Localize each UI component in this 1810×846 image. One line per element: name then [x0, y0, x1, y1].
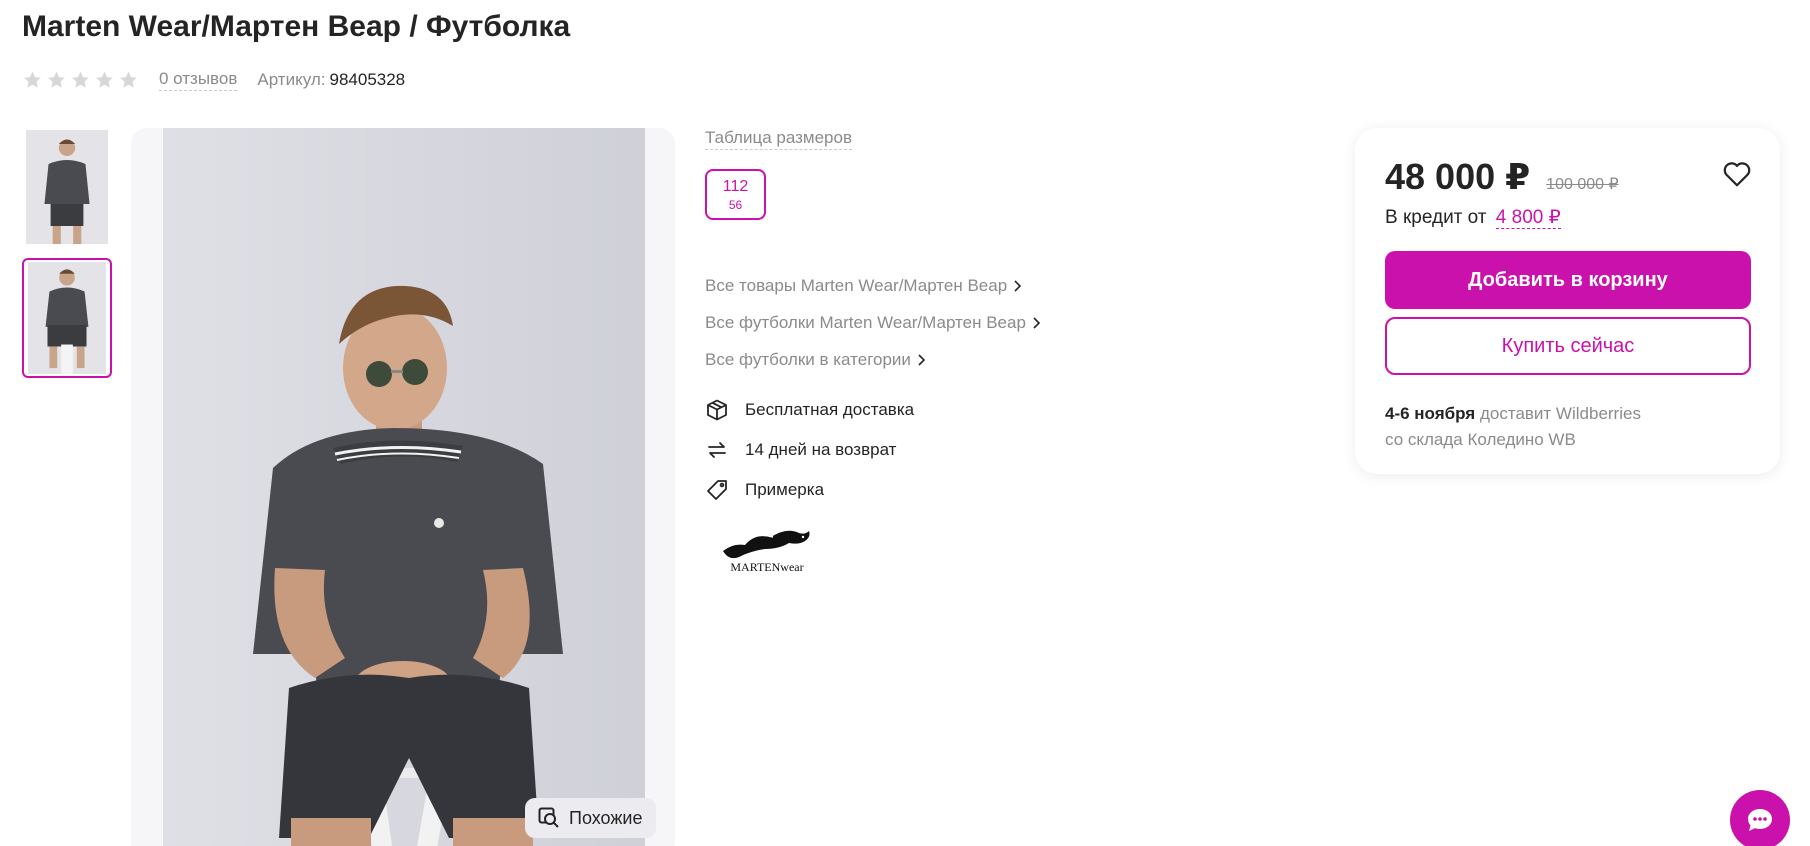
star-icon	[24, 71, 41, 88]
old-price: 100 000 ₽	[1546, 176, 1619, 193]
product-main-photo[interactable]	[163, 128, 645, 846]
marten-logo-image: MARTENwear	[723, 530, 810, 574]
size-primary: 112	[722, 177, 749, 195]
link-label: Все футболки в категории	[705, 349, 911, 369]
article-value: 98405328	[329, 70, 406, 89]
chevron-right-icon	[918, 353, 925, 366]
size-secondary: 56	[728, 197, 743, 212]
price-row: 48 000 ₽ 100 000 ₽	[1385, 156, 1619, 198]
current-price: 48 000 ₽	[1385, 156, 1531, 197]
star-icon	[72, 71, 89, 88]
box-icon	[707, 399, 727, 421]
product-thumbnail-image	[28, 262, 106, 374]
link-label: Все футболки Marten Wear/Мартен Веар	[705, 312, 1026, 332]
chevron-right-icon	[1014, 279, 1022, 292]
similar-search-icon	[538, 807, 559, 828]
feature-fitting: Примерка	[705, 470, 914, 510]
feature-label: Примерка	[745, 480, 825, 499]
link-all-category-tshirts[interactable]: Все футболки в категории	[705, 341, 1040, 378]
reviews-link[interactable]: 0 отзывов	[159, 69, 238, 91]
add-to-cart-button[interactable]: Добавить в корзину	[1385, 251, 1751, 309]
link-all-brand-items[interactable]: Все товары Marten Wear/Мартен Веар	[705, 267, 1040, 304]
chevron-right-icon	[1033, 316, 1040, 329]
heart-icon[interactable]	[1722, 160, 1752, 188]
product-title: Marten Wear/Мартен Веар / Футболка	[22, 10, 571, 43]
star-icon	[48, 71, 65, 88]
tag-icon	[707, 480, 727, 500]
feature-label: 14 дней на возврат	[745, 440, 897, 459]
delivery-dates: 4-6 ноября	[1385, 404, 1476, 423]
delivery-by: доставит Wildberries	[1479, 404, 1641, 423]
brand-logo[interactable]: MARTENwear	[717, 521, 817, 577]
similar-button[interactable]: Похожие	[525, 798, 657, 838]
link-all-brand-tshirts[interactable]: Все футболки Marten Wear/Мартен Веар	[705, 304, 1040, 341]
brand-logo-text: MARTENwear	[730, 560, 803, 574]
buy-now-button[interactable]: Купить сейчас	[1385, 317, 1751, 375]
similar-label: Похожие	[569, 807, 643, 828]
product-gallery: Похожие	[131, 128, 675, 846]
chat-bubble-icon	[1748, 809, 1772, 831]
return-icon	[708, 442, 726, 458]
product-meta-row: 0 отзывов Артикул: 98405328	[22, 68, 405, 92]
delivery-line-1: 4-6 ноября доставит Wildberries	[1385, 401, 1641, 427]
size-table-link[interactable]: Таблица размеров	[705, 128, 852, 150]
product-photo-image	[163, 128, 645, 846]
product-features: Бесплатная доставка 14 дней на возврат П…	[705, 390, 914, 510]
link-label: Все товары Marten Wear/Мартен Веар	[705, 275, 1008, 295]
product-info: Таблица размеров 112 56 Все товары Marte…	[705, 128, 1325, 574]
credit-label: В кредит от	[1385, 207, 1487, 228]
delivery-from: со склада Коледино WB	[1385, 430, 1576, 449]
size-option[interactable]: 112 56	[705, 169, 766, 220]
feature-free-delivery: Бесплатная доставка	[705, 390, 914, 430]
delivery-info: 4-6 ноября доставит Wildberries со склад…	[1385, 401, 1641, 453]
star-icon	[96, 71, 113, 88]
article-label: Артикул:	[257, 70, 326, 89]
star-icon	[120, 71, 137, 88]
credit-row: В кредит от 4 800 ₽	[1385, 206, 1561, 229]
feature-label: Бесплатная доставка	[745, 400, 915, 419]
brand-links: Все товары Marten Wear/Мартен Веар Все ф…	[705, 267, 1040, 378]
buy-card: 48 000 ₽ 100 000 ₽ В кредит от 4 800 ₽ Д…	[1355, 128, 1780, 474]
thumbnail-selected[interactable]	[22, 258, 112, 378]
credit-amount[interactable]: 4 800 ₽	[1495, 207, 1561, 229]
product-thumbnail-image	[26, 130, 108, 244]
feature-return: 14 дней на возврат	[705, 430, 914, 470]
thumbnail[interactable]	[22, 128, 112, 246]
rating-stars	[22, 70, 139, 90]
chat-button[interactable]	[1730, 790, 1790, 846]
